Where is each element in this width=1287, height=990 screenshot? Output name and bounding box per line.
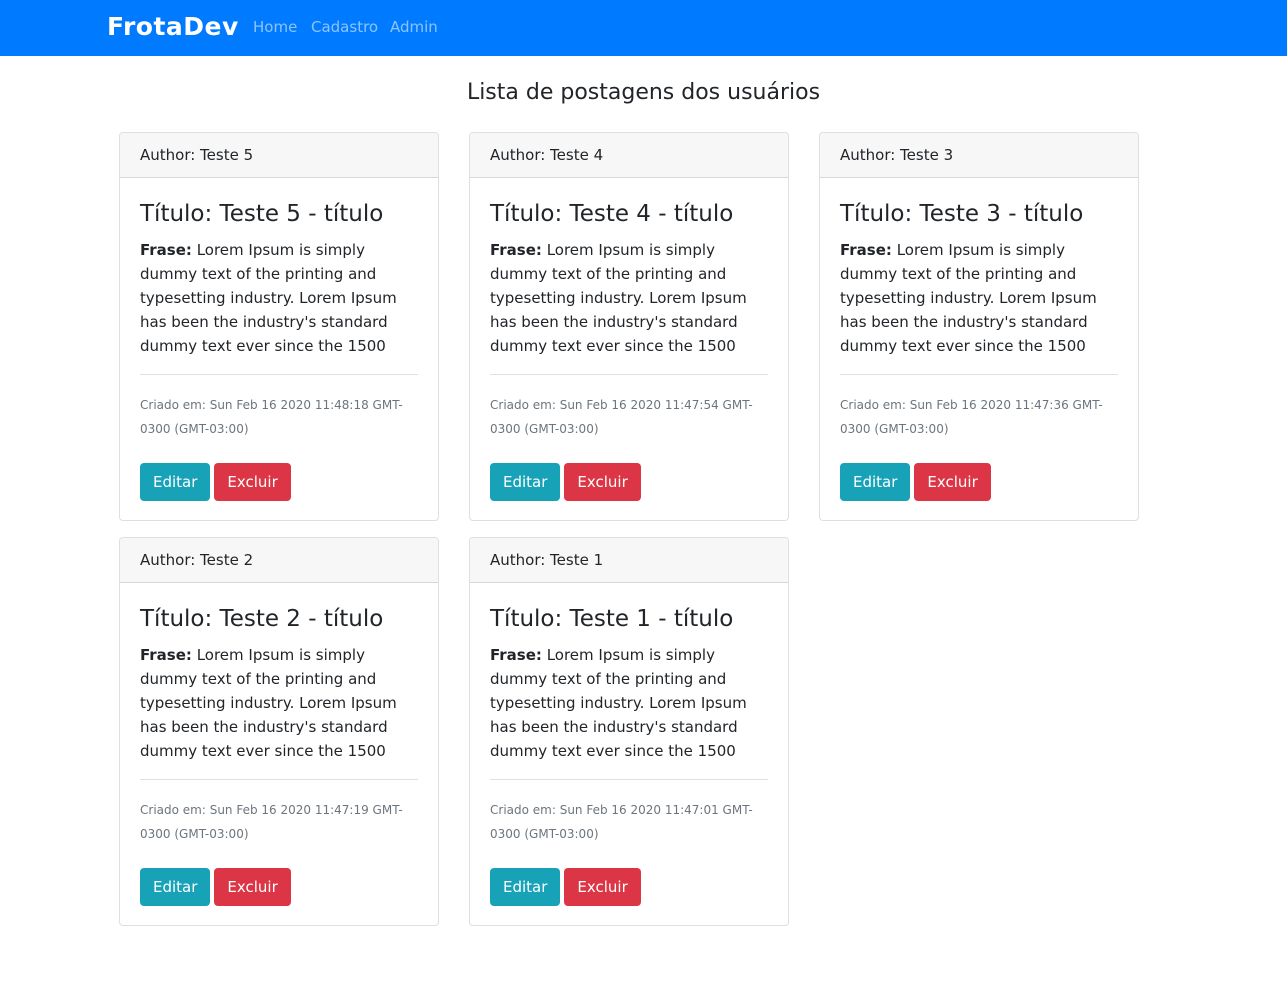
divider [840,374,1118,375]
post-frase: Frase: Lorem Ipsum is simply dummy text … [490,643,768,763]
post-frase: Frase: Lorem Ipsum is simply dummy text … [140,238,418,358]
post-frase: Frase: Lorem Ipsum is simply dummy text … [140,643,418,763]
post-card: Author: Teste 4 Título: Teste 4 - título… [469,132,789,521]
post-card: Author: Teste 3 Título: Teste 3 - título… [819,132,1139,521]
post-title: Título: Teste 2 - título [140,606,384,632]
edit-button[interactable]: Editar [490,868,561,906]
frase-label: Frase: [490,241,542,259]
post-frase: Frase: Lorem Ipsum is simply dummy text … [490,238,768,358]
divider [140,779,418,780]
nav-link-cadastro[interactable]: Cadastro [311,18,378,36]
divider [490,779,768,780]
post-title: Título: Teste 4 - título [490,201,734,227]
page-title: Lista de postagens dos usuários [466,80,821,105]
delete-button[interactable]: Excluir [214,868,291,906]
frase-label: Frase: [490,646,542,664]
post-title: Título: Teste 5 - título [140,201,384,227]
divider [490,374,768,375]
delete-button[interactable]: Excluir [214,463,291,501]
post-created-date: Criado em: Sun Feb 16 2020 11:47:01 GMT-… [490,803,753,841]
top-navbar: FrotaDev Home Cadastro Admin [0,0,1287,56]
delete-button[interactable]: Excluir [914,463,991,501]
edit-button[interactable]: Editar [140,868,211,906]
edit-button[interactable]: Editar [490,463,561,501]
post-created-date: Criado em: Sun Feb 16 2020 11:47:36 GMT-… [840,398,1103,436]
frase-label: Frase: [140,646,192,664]
post-created-date: Criado em: Sun Feb 16 2020 11:47:54 GMT-… [490,398,753,436]
post-author: Author: Teste 4 [470,133,788,178]
brand-logo[interactable]: FrotaDev [107,12,239,41]
post-author: Author: Teste 3 [820,133,1138,178]
nav-link-admin[interactable]: Admin [390,18,438,36]
frase-label: Frase: [840,241,892,259]
post-author: Author: Teste 5 [120,133,438,178]
frase-label: Frase: [140,241,192,259]
post-created-date: Criado em: Sun Feb 16 2020 11:47:19 GMT-… [140,803,403,841]
post-frase: Frase: Lorem Ipsum is simply dummy text … [840,238,1118,358]
post-title: Título: Teste 3 - título [840,201,1084,227]
post-created-date: Criado em: Sun Feb 16 2020 11:48:18 GMT-… [140,398,403,436]
delete-button[interactable]: Excluir [564,463,641,501]
post-author: Author: Teste 2 [120,538,438,583]
post-card: Author: Teste 2 Título: Teste 2 - título… [119,537,439,926]
post-card: Author: Teste 1 Título: Teste 1 - título… [469,537,789,926]
edit-button[interactable]: Editar [140,463,211,501]
post-card: Author: Teste 5 Título: Teste 5 - título… [119,132,439,521]
nav-link-home[interactable]: Home [253,18,297,36]
delete-button[interactable]: Excluir [564,868,641,906]
post-title: Título: Teste 1 - título [490,606,734,632]
edit-button[interactable]: Editar [840,463,911,501]
divider [140,374,418,375]
post-author: Author: Teste 1 [470,538,788,583]
